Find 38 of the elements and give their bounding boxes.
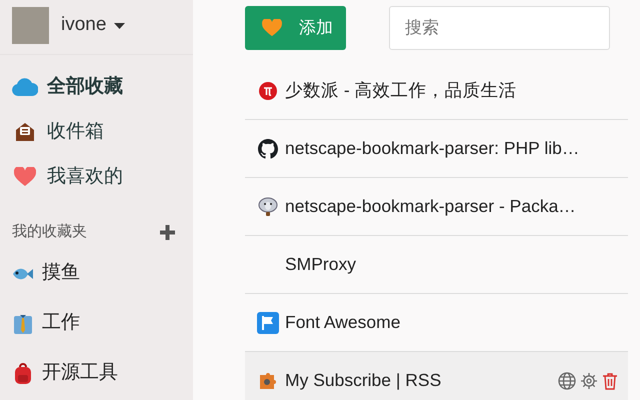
folder-item[interactable]: 开源工具 [0,360,193,388]
pi-logo-icon [259,82,277,100]
avatar-photo-placeholder [12,7,49,44]
gear-icon[interactable] [580,372,598,390]
bookmark-row[interactable]: netscape-bookmark-parser: PHP lib… [245,120,628,178]
folders-heading: 我的收藏夹 [12,222,87,242]
shirt-tie-icon [13,312,33,334]
trash-icon[interactable] [602,372,618,390]
cloud-icon [12,78,38,96]
puzzle-icon [258,370,278,390]
bookmark-title: Font Awesome [285,311,402,334]
folder-item[interactable]: 摸鱼 [0,260,193,288]
bookmark-row[interactable]: My Subscribe | RSS [245,352,628,400]
heart-icon [14,167,36,187]
nav-item[interactable]: 我喜欢的 [0,163,193,191]
flag-icon [257,312,279,334]
backpack-icon [14,362,32,384]
heart-icon [262,19,282,37]
bookmark-title: netscape-bookmark-parser - Packa… [285,195,577,218]
bookmark-title: SMProxy [285,253,357,276]
nav-item[interactable]: 收件箱 [0,118,193,146]
octocat-icon [258,138,278,158]
globe-icon[interactable] [558,372,576,390]
bookmark-row[interactable]: netscape-bookmark-parser - Packa… [245,178,628,236]
folder-item[interactable]: 工作 [0,310,193,338]
nav-item[interactable]: 全部收藏 [0,73,193,101]
bookmark-title: My Subscribe | RSS [285,369,442,392]
plus-icon[interactable] [160,224,175,240]
elephant-icon [258,196,278,216]
user-menu-button[interactable]: ivone [61,11,126,40]
search-field[interactable]: 搜索 [389,6,610,50]
caret-icon [114,22,126,28]
bookmark-row[interactable]: 少数派 - 高效工作，品质生活 [245,62,628,120]
bookmark-row[interactable]: SMProxy [245,236,628,294]
add-button[interactable]: 添加 [245,6,346,50]
envelope-icon [15,122,35,142]
bookmark-title: 少数派 - 高效工作，品质生活 [285,79,518,102]
bookmark-title: netscape-bookmark-parser: PHP lib… [285,137,580,160]
